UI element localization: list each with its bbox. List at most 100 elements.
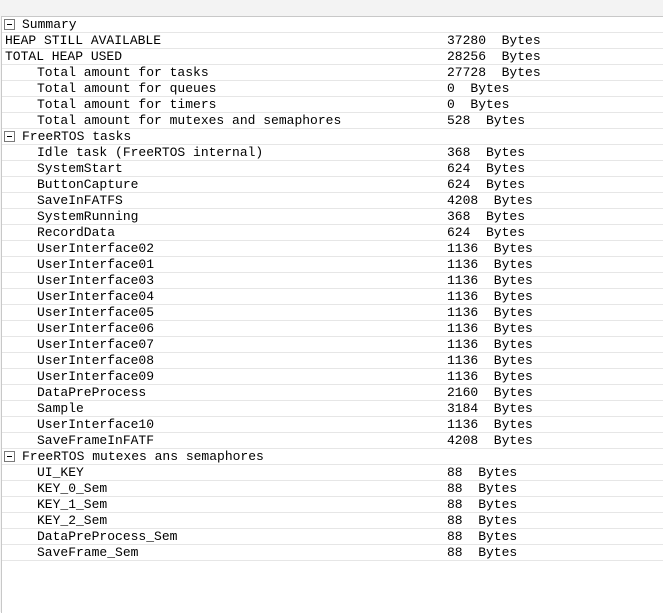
task-row[interactable]: DataPreProcess 2160 Bytes	[2, 385, 663, 401]
task-row[interactable]: UserInterface03 1136 Bytes	[2, 273, 663, 289]
item-label: UserInterface10	[37, 417, 155, 432]
item-value: 2160 Bytes	[447, 385, 533, 400]
item-label: UserInterface04	[37, 289, 155, 304]
item-value: 1136 Bytes	[447, 321, 533, 336]
item-value: 88 Bytes	[447, 465, 518, 480]
summary-item-row[interactable]: Total amount for tasks 27728 Bytes	[2, 65, 663, 81]
collapse-toggle-icon[interactable]	[4, 19, 15, 30]
item-value: 1136 Bytes	[447, 369, 533, 384]
item-label: UserInterface03	[37, 273, 155, 288]
item-value: 368 Bytes	[447, 209, 526, 224]
task-row[interactable]: SystemStart 624 Bytes	[2, 161, 663, 177]
item-label: UserInterface01	[37, 257, 155, 272]
item-value: 0 Bytes	[447, 81, 510, 96]
item-value: 88 Bytes	[447, 481, 518, 496]
mutex-row[interactable]: KEY_2_Sem 88 Bytes	[2, 513, 663, 529]
item-value: 88 Bytes	[447, 497, 518, 512]
group-summary[interactable]: Summary	[2, 17, 663, 33]
task-row[interactable]: UserInterface04 1136 Bytes	[2, 289, 663, 305]
heap-still-available-row[interactable]: HEAP STILL AVAILABLE 37280 Bytes	[2, 33, 663, 49]
item-value: 624 Bytes	[447, 161, 526, 176]
item-value: 4208 Bytes	[447, 433, 533, 448]
item-label: Idle task (FreeRTOS internal)	[37, 145, 264, 160]
item-label: UserInterface08	[37, 353, 155, 368]
item-value: 1136 Bytes	[447, 305, 533, 320]
item-value: 368 Bytes	[447, 145, 526, 160]
item-label: Total amount for mutexes and semaphores	[37, 113, 342, 128]
task-row[interactable]: UserInterface05 1136 Bytes	[2, 305, 663, 321]
window: Summary HEAP STILL AVAILABLE 37280 Bytes TO…	[0, 0, 663, 613]
item-label: UserInterface07	[37, 337, 155, 352]
item-label: DataPreProcess_Sem	[37, 529, 178, 544]
item-label: DataPreProcess	[37, 385, 147, 400]
task-row[interactable]: UserInterface07 1136 Bytes	[2, 337, 663, 353]
item-label: Total amount for tasks	[37, 65, 209, 80]
group-label: Summary	[22, 17, 77, 32]
mutex-row[interactable]: SaveFrame_Sem 88 Bytes	[2, 545, 663, 561]
summary-item-row[interactable]: Total amount for mutexes and semaphores 5…	[2, 113, 663, 129]
mutex-row[interactable]: KEY_1_Sem 88 Bytes	[2, 497, 663, 513]
summary-item-row[interactable]: Total amount for timers 0 Bytes	[2, 97, 663, 113]
task-row[interactable]: UserInterface02 1136 Bytes	[2, 241, 663, 257]
item-label: UserInterface02	[37, 241, 155, 256]
task-row[interactable]: SystemRunning 368 Bytes	[2, 209, 663, 225]
total-heap-used-row[interactable]: TOTAL HEAP USED 28256 Bytes	[2, 49, 663, 65]
item-value: 37280 Bytes	[447, 33, 541, 48]
heap-tree-view[interactable]: Summary HEAP STILL AVAILABLE 37280 Bytes TO…	[1, 16, 663, 613]
summary-item-row[interactable]: Total amount for queues 0 Bytes	[2, 81, 663, 97]
group-freertos-tasks[interactable]: FreeRTOS tasks	[2, 129, 663, 145]
item-label: SaveFrame_Sem	[37, 545, 139, 560]
item-value: 1136 Bytes	[447, 241, 533, 256]
item-value: 4208 Bytes	[447, 193, 533, 208]
mutex-row[interactable]: DataPreProcess_Sem 88 Bytes	[2, 529, 663, 545]
group-freertos-mutexes[interactable]: FreeRTOS mutexes ans semaphores	[2, 449, 663, 465]
task-row[interactable]: UserInterface08 1136 Bytes	[2, 353, 663, 369]
item-label: SystemRunning	[37, 209, 139, 224]
item-label: UserInterface09	[37, 369, 155, 384]
item-label: KEY_2_Sem	[37, 513, 108, 528]
task-row[interactable]: ButtonCapture 624 Bytes	[2, 177, 663, 193]
group-label: FreeRTOS tasks	[22, 129, 132, 144]
item-label: Total amount for queues	[37, 81, 217, 96]
top-strip	[0, 0, 663, 16]
item-value: 1136 Bytes	[447, 353, 533, 368]
item-label: UserInterface05	[37, 305, 155, 320]
task-row[interactable]: Sample 3184 Bytes	[2, 401, 663, 417]
collapse-toggle-icon[interactable]	[4, 131, 15, 142]
task-row[interactable]: Idle task (FreeRTOS internal) 368 Bytes	[2, 145, 663, 161]
tree-rows: Summary HEAP STILL AVAILABLE 37280 Bytes TO…	[2, 17, 663, 561]
item-label: KEY_0_Sem	[37, 481, 108, 496]
item-value: 88 Bytes	[447, 513, 518, 528]
item-label: RecordData	[37, 225, 116, 240]
item-label: TOTAL HEAP USED	[5, 49, 123, 64]
mutex-row[interactable]: UI_KEY 88 Bytes	[2, 465, 663, 481]
task-row[interactable]: UserInterface01 1136 Bytes	[2, 257, 663, 273]
group-label: FreeRTOS mutexes ans semaphores	[22, 449, 264, 464]
item-value: 528 Bytes	[447, 113, 526, 128]
task-row[interactable]: UserInterface10 1136 Bytes	[2, 417, 663, 433]
item-label: SystemStart	[37, 161, 123, 176]
task-row[interactable]: UserInterface09 1136 Bytes	[2, 369, 663, 385]
item-label: UserInterface06	[37, 321, 155, 336]
item-value: 0 Bytes	[447, 97, 510, 112]
item-label: KEY_1_Sem	[37, 497, 108, 512]
item-value: 624 Bytes	[447, 177, 526, 192]
item-value: 1136 Bytes	[447, 289, 533, 304]
task-row[interactable]: SaveInFATFS 4208 Bytes	[2, 193, 663, 209]
task-row[interactable]: SaveFrameInFATF 4208 Bytes	[2, 433, 663, 449]
item-value: 88 Bytes	[447, 529, 518, 544]
item-value: 3184 Bytes	[447, 401, 533, 416]
item-value: 27728 Bytes	[447, 65, 541, 80]
collapse-toggle-icon[interactable]	[4, 451, 15, 462]
item-label: SaveInFATFS	[37, 193, 123, 208]
item-label: SaveFrameInFATF	[37, 433, 155, 448]
item-label: Sample	[37, 401, 84, 416]
task-row[interactable]: RecordData 624 Bytes	[2, 225, 663, 241]
mutex-row[interactable]: KEY_0_Sem 88 Bytes	[2, 481, 663, 497]
item-value: 1136 Bytes	[447, 273, 533, 288]
task-row[interactable]: UserInterface06 1136 Bytes	[2, 321, 663, 337]
item-label: ButtonCapture	[37, 177, 139, 192]
item-label: Total amount for timers	[37, 97, 217, 112]
item-label: HEAP STILL AVAILABLE	[5, 33, 162, 48]
item-value: 1136 Bytes	[447, 417, 533, 432]
